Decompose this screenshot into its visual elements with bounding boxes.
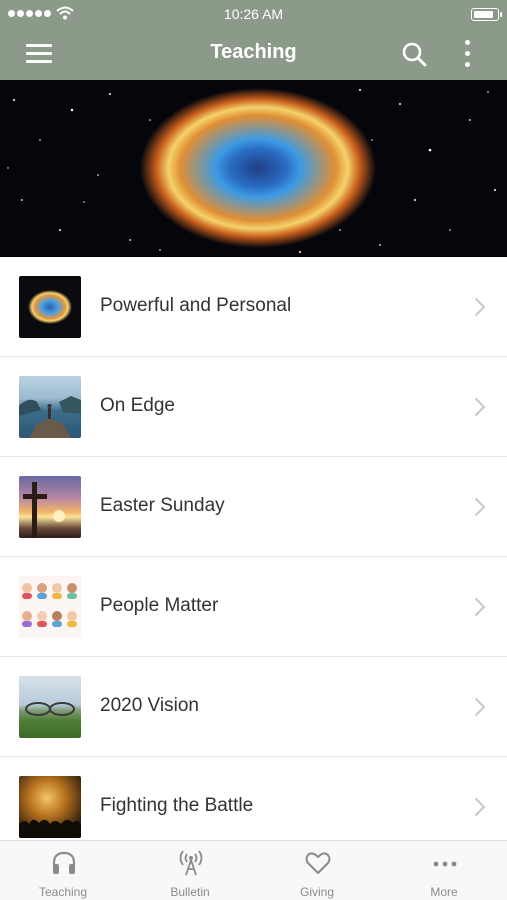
battery-icon (471, 8, 502, 21)
heart-icon (305, 852, 331, 874)
tab-label: Teaching (38, 885, 88, 899)
list-item-title: Easter Sunday (100, 495, 225, 516)
list-item-thumbnail (19, 476, 81, 538)
list-item[interactable]: Easter Sunday (0, 457, 507, 557)
search-button[interactable] (400, 40, 428, 68)
tab-bar: Teaching Bulletin Giving More (0, 840, 507, 900)
more-options-button[interactable] (456, 38, 480, 70)
status-bar: 10:26 AM (0, 0, 507, 28)
headphones-icon (52, 851, 76, 874)
list-item-thumbnail (19, 376, 81, 438)
nav-bar: Teaching (0, 28, 507, 80)
list-item-title: On Edge (100, 395, 175, 416)
list-item-thumbnail (19, 676, 81, 738)
page-title: Teaching (210, 41, 297, 63)
tab-bulletin[interactable]: Bulletin (127, 841, 253, 900)
tab-label: More (430, 885, 458, 899)
list-item[interactable]: Powerful and Personal (0, 257, 507, 357)
chevron-right-icon (475, 798, 485, 816)
hero-banner-image (0, 80, 507, 257)
chevron-right-icon (475, 298, 485, 316)
tab-label: Bulletin (170, 885, 210, 899)
chevron-right-icon (475, 598, 485, 616)
list-item-thumbnail (19, 276, 81, 338)
list-item-thumbnail (19, 776, 81, 838)
broadcast-tower-icon (179, 850, 203, 876)
chevron-right-icon (475, 398, 485, 416)
chevron-right-icon (475, 698, 485, 716)
search-icon (402, 42, 427, 67)
list-item-title: Fighting the Battle (100, 795, 254, 816)
list-item[interactable]: 2020 Vision (0, 657, 507, 757)
status-time: 10:26 AM (223, 6, 284, 22)
list-item-title: 2020 Vision (100, 695, 199, 716)
list-item-title: Powerful and Personal (100, 295, 292, 316)
tab-label: Giving (299, 885, 334, 899)
list-item[interactable]: On Edge (0, 357, 507, 457)
tab-giving[interactable]: Giving (254, 841, 380, 900)
battery-level (473, 10, 494, 18)
more-horizontal-icon (433, 861, 457, 867)
list-item-thumbnail (19, 576, 81, 638)
chevron-right-icon (475, 498, 485, 516)
starfield (7, 89, 496, 253)
list-item[interactable]: People Matter (0, 557, 507, 657)
teaching-list: Powerful and Personal On Edge Easter Sun… (0, 257, 507, 840)
tab-more[interactable]: More (381, 841, 507, 900)
list-item[interactable]: Fighting the Battle (0, 757, 507, 840)
tab-teaching[interactable]: Teaching (0, 841, 126, 900)
list-item-title: People Matter (100, 595, 219, 616)
